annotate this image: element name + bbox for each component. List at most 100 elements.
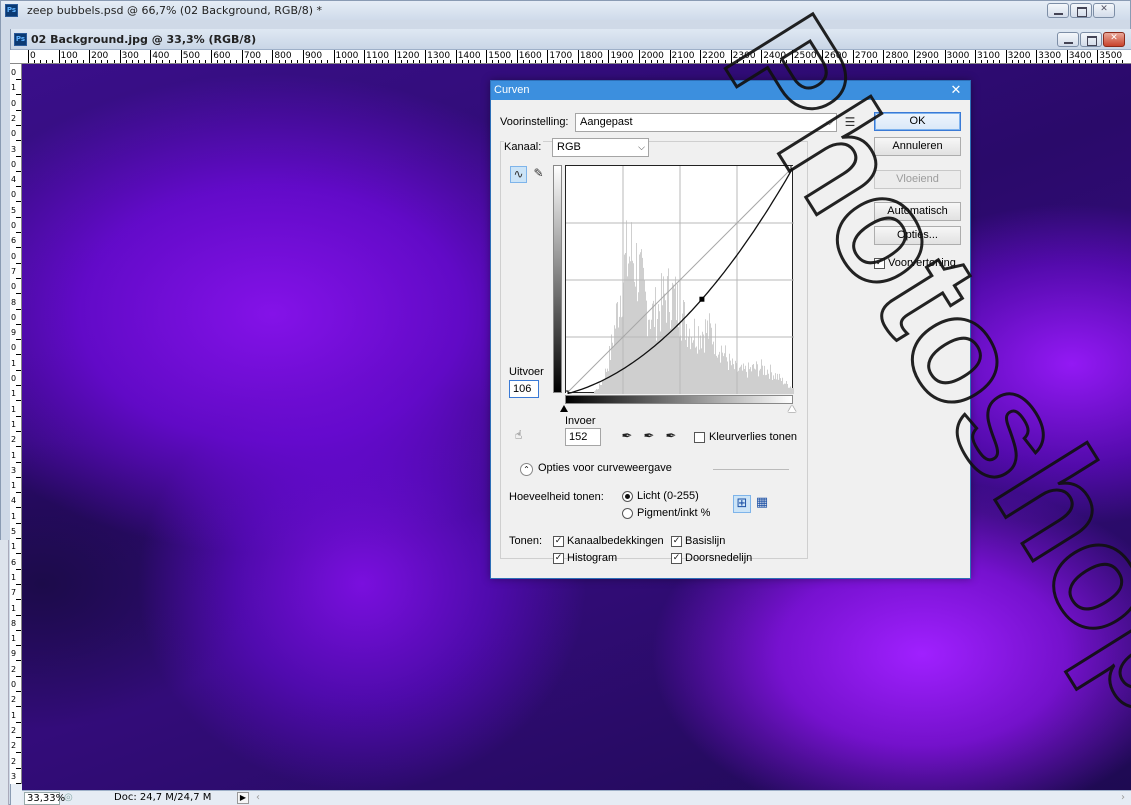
ruler-label: 7 xyxy=(11,588,17,598)
ruler-tick xyxy=(28,50,29,63)
curve-plot[interactable] xyxy=(566,166,794,394)
ruler-label: 1 xyxy=(11,358,17,368)
ruler-tick xyxy=(58,50,60,63)
show-label: Tonen: xyxy=(509,535,543,547)
pencil-tool-icon[interactable]: ✎ xyxy=(530,166,547,183)
intersection-label: Doorsnedelijn xyxy=(685,552,753,564)
ruler-horizontal[interactable]: 0 100 200 300 400 500 600 700 800 900 1000 1100 1200… xyxy=(20,50,1131,64)
preview-checkbox[interactable]: ✓ xyxy=(874,258,885,269)
maximize-icon[interactable] xyxy=(1080,32,1102,47)
ruler-tick xyxy=(547,50,549,63)
close-icon[interactable] xyxy=(1103,32,1125,47)
ruler-tick xyxy=(16,323,21,325)
ruler-tick xyxy=(16,385,21,386)
ruler-label: 0 xyxy=(11,159,17,169)
ruler-tick xyxy=(16,369,21,371)
ruler-tick xyxy=(16,262,21,264)
input-gradient-bar xyxy=(565,395,793,404)
smooth-button[interactable]: Vloeiend xyxy=(874,170,961,189)
ruler-vertical[interactable]: 0 1 0 2 0 3 0 4 0 5 0 6 0 7 0 8 0 9 0 1 0 1 1 1 2 1 3 1 4 1 5 1 6 1 7 1 8 1 9 2… xyxy=(10,64,22,784)
input-value-field[interactable]: 152 xyxy=(565,428,601,446)
ruler-label: 1200 xyxy=(396,51,420,61)
baseline-label: Basislijn xyxy=(685,535,726,547)
preset-options-icon[interactable]: ☰ xyxy=(843,115,857,129)
black-point-slider[interactable] xyxy=(560,405,568,412)
ok-button[interactable]: OK xyxy=(874,112,961,131)
ruler-label: 2 xyxy=(11,113,17,123)
light-label: Licht (0-255) xyxy=(637,490,699,502)
options-button[interactable]: Opties... xyxy=(874,226,961,245)
cancel-button[interactable]: Annuleren xyxy=(874,137,961,156)
ruler-tick xyxy=(577,50,579,63)
ruler-label: 1 xyxy=(11,389,17,399)
ruler-tick xyxy=(150,50,152,63)
detailed-grid-icon[interactable]: ▦ xyxy=(753,495,771,513)
channel-overlays-checkbox[interactable]: ✓ xyxy=(553,536,564,547)
channel-dropdown[interactable]: RGB ⌵ xyxy=(552,138,649,157)
ruler-label: 4 xyxy=(11,175,17,185)
ruler-label: 0 xyxy=(11,312,17,322)
clipping-checkbox[interactable] xyxy=(694,432,705,443)
inner-titlebar[interactable]: Ps 02 Background.jpg @ 33,3% (RGB/8) xyxy=(11,29,1131,50)
curve-control-point xyxy=(699,296,705,302)
curves-graph[interactable] xyxy=(565,165,794,394)
minimize-icon[interactable] xyxy=(1047,3,1069,18)
ruler-tick xyxy=(16,767,21,769)
curve-endpoint xyxy=(566,390,569,394)
ruler-label: 1800 xyxy=(579,51,603,61)
black-eyedropper-icon[interactable]: ✒ xyxy=(619,429,635,445)
minimize-icon[interactable] xyxy=(1057,32,1079,47)
preset-dropdown[interactable]: Aangepast ⌵ xyxy=(575,113,837,132)
curve-point-tool-icon[interactable]: ∿ xyxy=(510,166,527,183)
scroll-right-icon[interactable]: › xyxy=(1121,792,1125,804)
white-point-slider[interactable] xyxy=(788,405,796,412)
ruler-tick xyxy=(455,50,457,63)
ruler-tick xyxy=(852,50,854,63)
dialog-titlebar[interactable]: Curven ✕ xyxy=(491,81,970,100)
ruler-tick xyxy=(16,599,21,601)
scroll-left-icon[interactable]: ‹ xyxy=(256,792,260,804)
on-image-adjust-icon[interactable]: ☝ xyxy=(510,428,527,445)
ruler-tick xyxy=(16,216,21,218)
close-icon[interactable] xyxy=(1093,3,1115,18)
status-bar: 33,33% ◎ Doc: 24,7 M/24,7 M ▶ ‹ › xyxy=(22,790,1131,805)
histogram-checkbox[interactable]: ✓ xyxy=(553,553,564,564)
ruler-label: 3500 xyxy=(1099,51,1123,61)
maximize-icon[interactable] xyxy=(1070,3,1092,18)
status-menu-arrow-icon[interactable]: ▶ xyxy=(237,792,249,804)
zoom-level-field[interactable]: 33,33% xyxy=(24,792,65,805)
ruler-tick xyxy=(16,232,21,233)
dialog-close-icon[interactable]: ✕ xyxy=(948,81,964,100)
gray-eyedropper-icon[interactable]: ✒ xyxy=(641,429,657,445)
light-radio[interactable] xyxy=(622,491,633,502)
photoshop-icon: Ps xyxy=(14,33,27,46)
collapse-options-icon[interactable]: ⌃ xyxy=(520,463,533,476)
ruler-label: 500 xyxy=(182,51,200,61)
intersection-checkbox[interactable]: ✓ xyxy=(671,553,682,564)
ruler-tick xyxy=(16,553,21,555)
ruler-tick xyxy=(16,522,21,524)
pigment-radio[interactable] xyxy=(622,508,633,519)
amount-label: Hoeveelheid tonen: xyxy=(509,491,604,503)
ruler-tick xyxy=(730,50,732,63)
outer-titlebar[interactable]: Ps zeep bubbels.psd @ 66,7% (02 Backgrou… xyxy=(1,1,1130,20)
ruler-minor-tick xyxy=(113,60,115,63)
ruler-tick xyxy=(669,50,671,63)
ruler-tick xyxy=(1097,50,1099,63)
vertical-scrollbar[interactable] xyxy=(0,540,9,805)
ruler-tick xyxy=(1066,50,1068,63)
ruler-label: 0 xyxy=(30,51,36,61)
ruler-tick xyxy=(180,50,182,63)
baseline-checkbox[interactable]: ✓ xyxy=(671,536,682,547)
ruler-tick xyxy=(16,247,21,249)
white-eyedropper-icon[interactable]: ✒ xyxy=(663,429,679,445)
status-info-icon[interactable]: ◎ xyxy=(64,792,78,804)
output-value-field[interactable]: 106 xyxy=(509,380,539,398)
ruler-tick xyxy=(333,50,335,63)
outer-window-title: zeep bubbels.psd @ 66,7% (02 Background,… xyxy=(27,4,322,17)
ruler-label: 0 xyxy=(11,129,17,139)
ruler-minor-tick xyxy=(235,60,237,63)
auto-button[interactable]: Automatisch xyxy=(874,202,961,221)
ruler-label: 3100 xyxy=(977,51,1000,61)
simple-grid-icon[interactable]: ⊞ xyxy=(733,495,751,513)
